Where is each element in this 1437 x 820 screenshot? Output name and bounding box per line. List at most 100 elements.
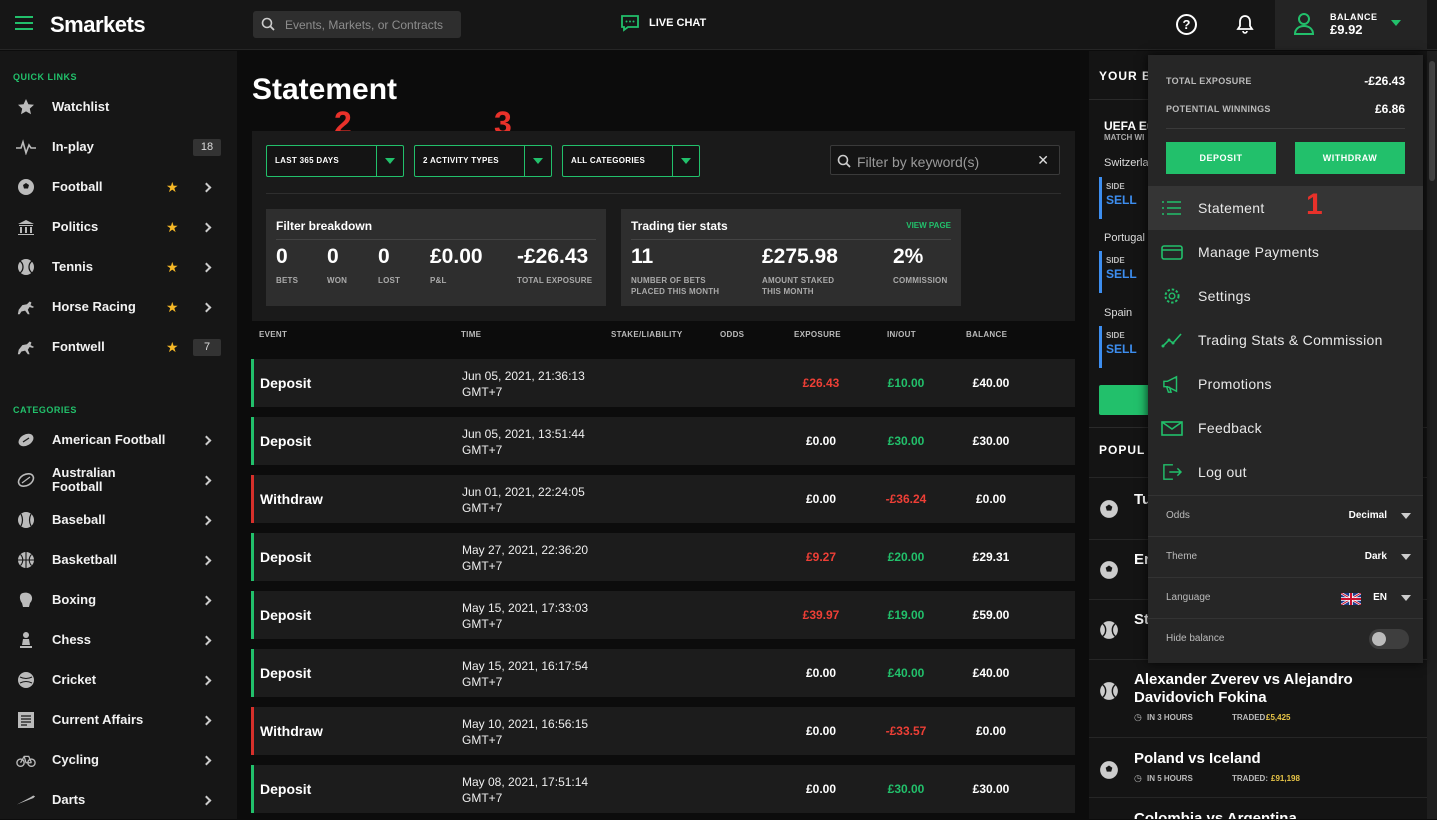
table-row[interactable]: Withdraw Jun 01, 2021, 22:24:05 GMT+7 £0.00… xyxy=(251,475,1075,523)
sidebar-item-chess[interactable]: Chess xyxy=(0,620,237,660)
sell-label: SELL xyxy=(1106,267,1137,281)
event-cell: Deposit xyxy=(260,375,312,391)
chevron-down-icon xyxy=(1401,554,1411,560)
scrollbar[interactable] xyxy=(1427,51,1437,819)
in-out-cell: £30.00 xyxy=(887,782,925,796)
sidebar-item-current-affairs[interactable]: Current Affairs xyxy=(0,700,237,740)
pulse-icon xyxy=(16,137,36,157)
smarkets-logo[interactable]: Smarkets xyxy=(50,12,146,38)
event-cell: Deposit xyxy=(260,549,312,565)
in-out-cell: £30.00 xyxy=(887,434,925,448)
favourite-star-icon[interactable]: ★ xyxy=(166,259,179,276)
table-row[interactable]: Deposit May 15, 2021, 16:17:54 GMT+7 £0.00 £… xyxy=(251,649,1075,697)
sidebar-item-boxing[interactable]: Boxing xyxy=(0,580,237,620)
sidebar-item-darts[interactable]: Darts xyxy=(0,780,237,820)
hide-balance-toggle[interactable] xyxy=(1369,629,1409,649)
popular-event-item[interactable]: Colombia vs Argentina xyxy=(1089,797,1427,819)
sidebar-item-label: Baseball xyxy=(52,512,106,527)
balance-cell: £40.00 xyxy=(972,376,1010,390)
chevron-down-icon xyxy=(1401,513,1411,519)
sidebar-item-football[interactable]: Football ★ xyxy=(0,167,237,207)
exposure-cell: £9.27 xyxy=(805,550,837,564)
sidebar-item-american-football[interactable]: American Football xyxy=(0,420,237,460)
football-icon xyxy=(16,177,36,197)
hamburger-menu-icon[interactable] xyxy=(15,16,33,30)
time-cell: May 27, 2021, 22:36:20 GMT+7 xyxy=(462,543,589,573)
popular-event-item[interactable]: Poland vs Iceland ◷ IN 5 HOURS TRADED: £… xyxy=(1089,737,1427,797)
list-icon xyxy=(1162,201,1181,215)
sidebar-item-label: American Football xyxy=(52,432,166,447)
search-input[interactable]: Events, Markets, or Contracts xyxy=(253,11,461,38)
favourite-star-icon[interactable]: ★ xyxy=(166,339,179,356)
popular-event-item[interactable]: Alexander Zverev vs Alejandro Davidovich… xyxy=(1089,659,1427,737)
favourite-star-icon[interactable]: ★ xyxy=(166,219,179,236)
bet-selection: Portugal xyxy=(1104,232,1145,244)
menu-item-log-out[interactable]: Log out xyxy=(1148,450,1423,494)
period-dropdown[interactable]: LAST 365 DAYS xyxy=(266,145,404,177)
side-label: SIDE xyxy=(1106,256,1125,265)
sidebar-item-politics[interactable]: Politics ★ xyxy=(0,207,237,247)
menu-item-promotions[interactable]: Promotions xyxy=(1148,362,1423,406)
balance-dropdown[interactable]: BALANCE £9.92 xyxy=(1275,0,1427,50)
menu-item-feedback[interactable]: Feedback xyxy=(1148,406,1423,450)
sidebar-item-baseball[interactable]: Baseball xyxy=(0,500,237,540)
sidebar-item-horse-racing[interactable]: Horse Racing ★ xyxy=(0,287,237,327)
traded-label: TRADED: xyxy=(1232,713,1268,722)
language-select[interactable]: Language EN xyxy=(1148,577,1423,618)
sidebar-item-basketball[interactable]: Basketball xyxy=(0,540,237,580)
deposit-button[interactable]: DEPOSIT xyxy=(1166,142,1276,174)
keyword-filter-input[interactable]: Filter by keyword(s) ✕ xyxy=(830,145,1060,175)
sidebar-item-cycling[interactable]: Cycling xyxy=(0,740,237,780)
dropdown-value: ALL CATEGORIES xyxy=(571,156,646,165)
sidebar-item-fontwell[interactable]: Fontwell ★ 7 xyxy=(0,327,237,367)
help-icon[interactable]: ? xyxy=(1176,14,1197,35)
horse-icon xyxy=(16,337,36,357)
view-page-link[interactable]: VIEW PAGE xyxy=(906,221,951,230)
menu-item-settings[interactable]: Settings xyxy=(1148,274,1423,318)
menu-item-statement[interactable]: Statement 1 xyxy=(1148,186,1423,230)
sidebar-item-label: Horse Racing xyxy=(52,299,136,314)
tennis-icon xyxy=(16,257,36,277)
table-row[interactable]: Withdraw May 10, 2021, 16:56:15 GMT+7 £0.00… xyxy=(251,707,1075,755)
sidebar-item-cricket[interactable]: Cricket xyxy=(0,660,237,700)
activity-type-dropdown[interactable]: 2 ACTIVITY TYPES xyxy=(414,145,552,177)
balance-cell: £0.00 xyxy=(975,492,1007,506)
sidebar-item-australian-football[interactable]: Australian Football xyxy=(0,460,237,500)
menu-item-trading-stats[interactable]: Trading Stats & Commission xyxy=(1148,318,1423,362)
exposure-cell: £0.00 xyxy=(805,782,837,796)
bicycle-icon xyxy=(16,750,36,770)
theme-select[interactable]: Theme Dark xyxy=(1148,536,1423,577)
bet-event-title: UEFA Eu xyxy=(1104,119,1155,133)
table-row[interactable]: Deposit Jun 05, 2021, 13:51:44 GMT+7 £0.00 £… xyxy=(251,417,1075,465)
withdraw-button[interactable]: WITHDRAW xyxy=(1295,142,1405,174)
table-row[interactable]: Deposit May 27, 2021, 22:36:20 GMT+7 £9.27 £… xyxy=(251,533,1075,581)
odds-format-select[interactable]: Odds Decimal xyxy=(1148,495,1423,536)
sidebar-item-label: Australian Football xyxy=(52,465,116,494)
categories-dropdown[interactable]: ALL CATEGORIES xyxy=(562,145,700,177)
sidebar-item-watchlist[interactable]: Watchlist xyxy=(0,87,237,127)
table-row[interactable]: Deposit Jun 05, 2021, 21:36:13 GMT+7 £26.43… xyxy=(251,359,1075,407)
clear-icon[interactable]: ✕ xyxy=(1037,152,1049,169)
chess-icon xyxy=(16,630,36,650)
popular-heading: POPUL xyxy=(1099,443,1146,457)
sidebar-item-tennis[interactable]: Tennis ★ xyxy=(0,247,237,287)
menu-item-manage-payments[interactable]: Manage Payments xyxy=(1148,230,1423,274)
chevron-right-icon xyxy=(201,715,212,725)
sidebar-item-label: In-play xyxy=(52,139,94,154)
favourite-star-icon[interactable]: ★ xyxy=(166,179,179,196)
bell-icon[interactable] xyxy=(1236,14,1254,34)
favourite-star-icon[interactable]: ★ xyxy=(166,299,179,316)
table-row[interactable]: Deposit May 15, 2021, 17:33:03 GMT+7 £39.97… xyxy=(251,591,1075,639)
user-icon xyxy=(1293,13,1315,35)
chevron-right-icon xyxy=(201,635,212,645)
trading-tier-card: Trading tier stats VIEW PAGE 11 NUMBER OF… xyxy=(621,209,961,306)
live-chat-button[interactable]: LIVE CHAT xyxy=(620,14,706,32)
sidebar-item-in-play[interactable]: In-play 18 xyxy=(0,127,237,167)
table-row[interactable]: Deposit May 08, 2021, 17:51:14 GMT+7 £0.00 £… xyxy=(251,765,1075,813)
in-out-cell: -£33.57 xyxy=(885,724,927,738)
column-header: BALANCE xyxy=(966,330,1008,339)
balance-cell: £0.00 xyxy=(975,724,1007,738)
column-header: EXPOSURE xyxy=(794,330,841,339)
traded-value: £91,198 xyxy=(1271,774,1300,783)
credit-card-icon xyxy=(1161,245,1183,260)
